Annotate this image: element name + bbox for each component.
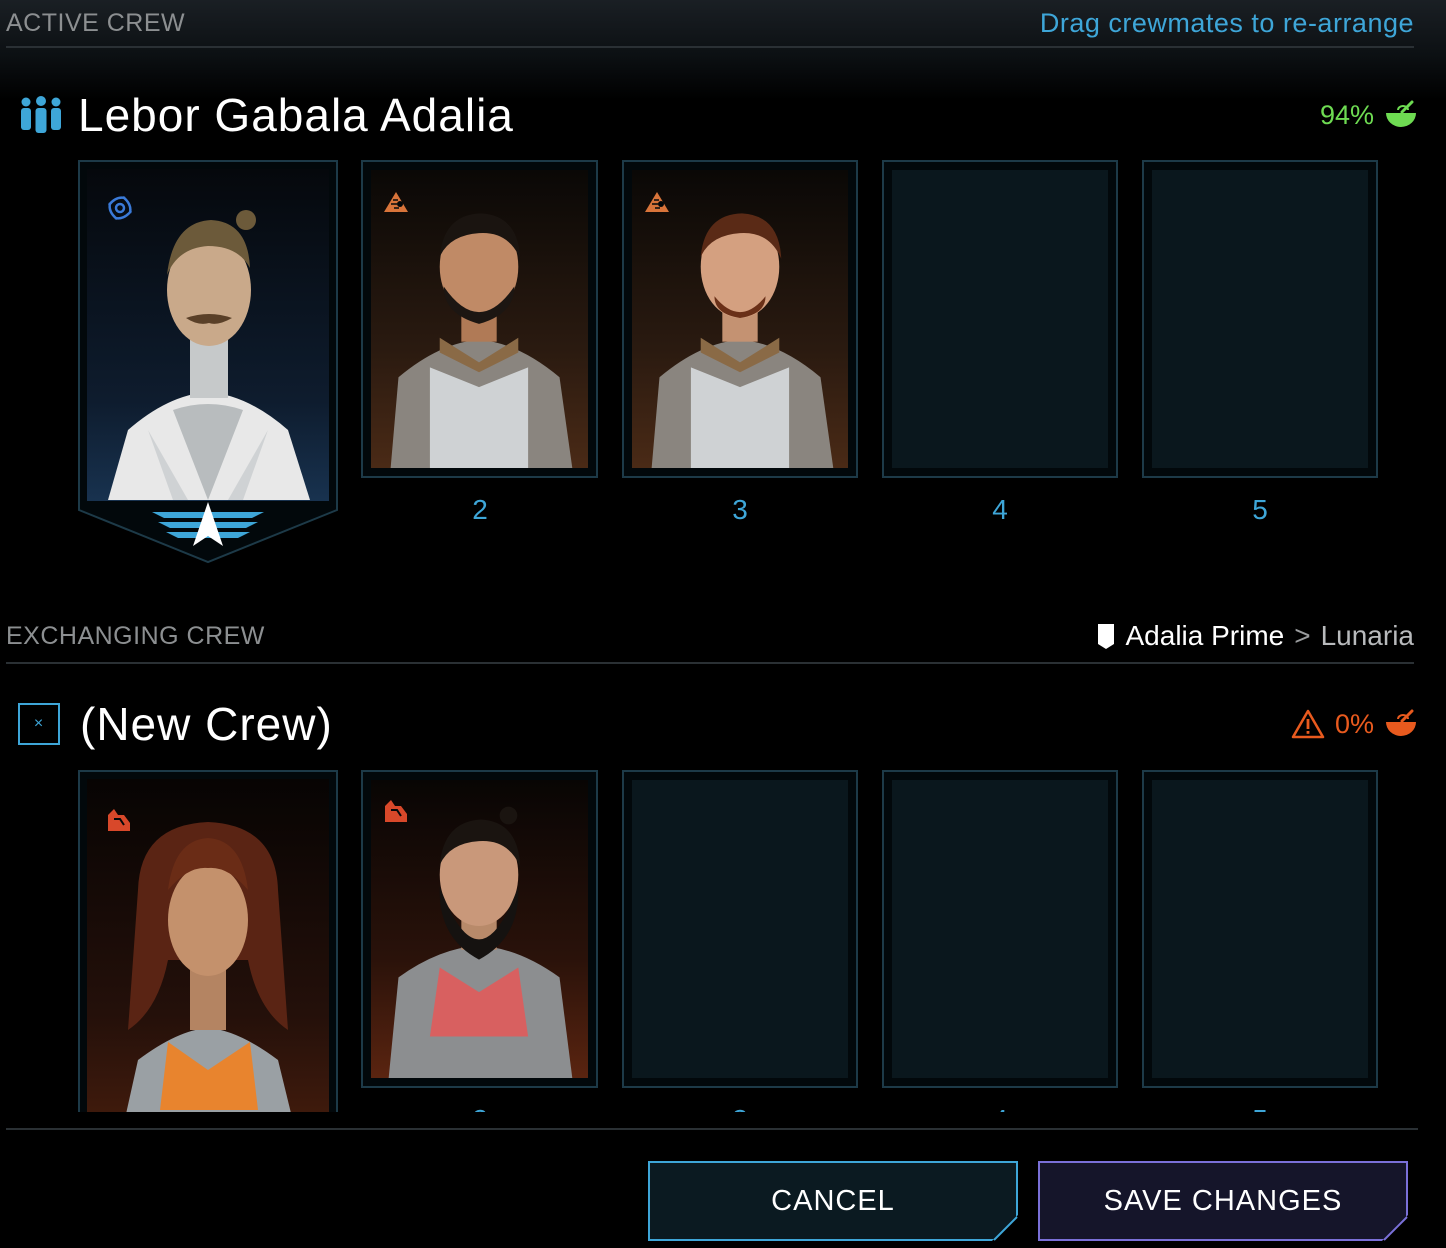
- active-crew-slot-5[interactable]: [1142, 160, 1378, 478]
- new-crew-food-percent: 0%: [1334, 708, 1374, 739]
- new-slot-number-3: 3: [710, 1104, 770, 1112]
- new-crew-cards-viewport: 2 3 4 5: [0, 760, 1446, 1112]
- new-crew-slot-4[interactable]: [882, 770, 1118, 1088]
- building-icon: [1097, 624, 1114, 649]
- new-slot-number-2: 2: [450, 1104, 510, 1112]
- active-crew-name: Lebor Gabala Adalia: [78, 89, 514, 141]
- warning-icon: [1291, 709, 1325, 739]
- location-separator: >: [1294, 620, 1311, 651]
- exchange-crew-section-title: EXCHANGING CREW: [6, 621, 265, 650]
- active-slot-number-5: 5: [1252, 494, 1268, 525]
- empty-slot-area: [892, 170, 1108, 468]
- empty-slot-area: [1152, 780, 1368, 1078]
- active-crew-slot-4[interactable]: [882, 160, 1118, 478]
- active-crew-slot-1[interactable]: [78, 160, 338, 564]
- miner-icon: [384, 192, 408, 212]
- portrait-pilot-female: [126, 822, 291, 1112]
- active-crew-title-row: Lebor Gabala Adalia 94%: [18, 85, 1418, 145]
- new-crew-title-row: × (New Crew) 0%: [18, 694, 1418, 754]
- exchange-crew-header: EXCHANGING CREW Adalia Prime > Lunaria: [6, 610, 1414, 664]
- remove-new-crew-button[interactable]: ×: [18, 703, 60, 745]
- new-crew-slot-3[interactable]: [622, 770, 858, 1088]
- active-slot-number-3: 3: [732, 494, 748, 525]
- save-changes-button[interactable]: SAVE CHANGES: [1038, 1161, 1408, 1241]
- empty-slot-area: [632, 780, 848, 1078]
- pilot-icon: [385, 800, 407, 822]
- location-sub: Lunaria: [1320, 620, 1414, 651]
- close-icon: ×: [33, 715, 45, 732]
- crew-group-icon: [21, 96, 61, 133]
- footer-divider: [6, 1128, 1418, 1130]
- active-slot-number-2: 2: [472, 494, 488, 525]
- active-crew-slot-2[interactable]: [361, 160, 598, 478]
- food-bowl-icon: [1386, 100, 1416, 127]
- save-button-label: SAVE CHANGES: [1103, 1184, 1343, 1217]
- new-crew-slot-5[interactable]: [1142, 770, 1378, 1088]
- cancel-button[interactable]: CANCEL: [648, 1161, 1018, 1241]
- location-main: Adalia Prime: [1125, 620, 1285, 651]
- active-crew-section-title: ACTIVE CREW: [6, 8, 186, 37]
- food-bowl-icon: [1386, 709, 1416, 736]
- active-crew-food: 94%: [1320, 100, 1418, 131]
- corner-notch: [1382, 1215, 1408, 1241]
- active-slot-number-4: 4: [992, 494, 1008, 525]
- drag-hint: Drag crewmates to re-arrange: [1039, 7, 1414, 38]
- active-crew-header: ACTIVE CREW Drag crewmates to re-arrange: [6, 0, 1414, 48]
- active-crew-food-percent: 94%: [1319, 99, 1374, 130]
- miner-icon: [645, 192, 669, 212]
- empty-slot-area: [892, 780, 1108, 1078]
- captain-card-frame: [78, 160, 338, 564]
- new-crew-food: 0%: [1291, 709, 1418, 740]
- card-frame: [78, 770, 338, 1112]
- new-slot-number-5: 5: [1230, 1104, 1290, 1112]
- new-crew-slot-1[interactable]: [78, 770, 338, 1112]
- cancel-button-label: CANCEL: [771, 1184, 895, 1217]
- empty-slot-area: [1152, 170, 1368, 468]
- new-crew-name-group: × (New Crew): [18, 697, 333, 751]
- new-slot-number-4: 4: [970, 1104, 1030, 1112]
- exchange-location[interactable]: Adalia Prime > Lunaria: [1096, 620, 1414, 652]
- active-crew-name-group: Lebor Gabala Adalia: [18, 88, 514, 142]
- active-crew-slot-3[interactable]: [622, 160, 858, 478]
- corner-notch: [992, 1215, 1018, 1241]
- crew-management-panel: ACTIVE CREW Drag crewmates to re-arrange…: [0, 0, 1446, 1248]
- new-crew-slot-2[interactable]: [361, 770, 598, 1088]
- new-crew-name: (New Crew): [80, 698, 333, 750]
